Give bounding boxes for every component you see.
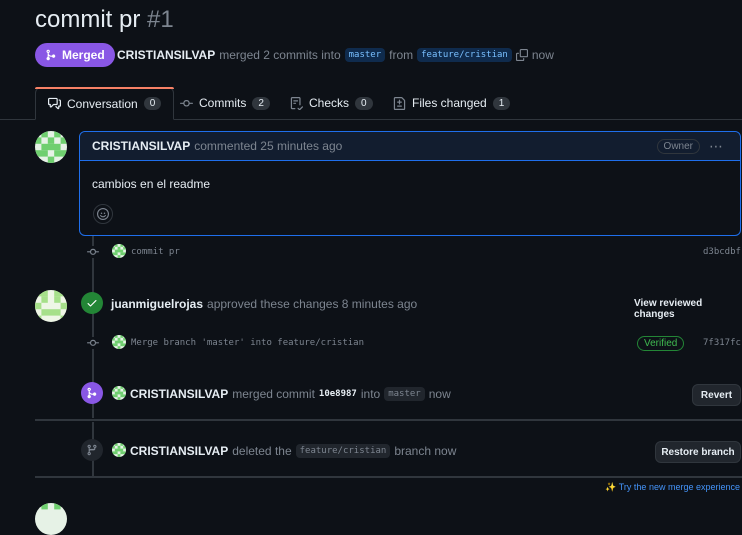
commit-sha-2[interactable]: 7f317fc — [703, 338, 741, 348]
comment-body: cambios en el readme — [92, 177, 211, 191]
merge-author[interactable]: CRISTIANSILVAP — [130, 387, 228, 401]
avatar-small-4[interactable] — [112, 443, 126, 457]
merge-icon — [46, 49, 56, 61]
commit-sha[interactable]: d3bcdbf — [703, 247, 741, 257]
tab-files-changed[interactable]: Files changed 1 — [393, 87, 511, 119]
revert-button[interactable]: Revert — [692, 384, 741, 406]
pr-tabs: Conversation 0 Commits 2 Checks 0 Files … — [0, 87, 742, 120]
merged-status-badge: Merged — [35, 43, 115, 67]
verified-badge[interactable]: Verified — [637, 336, 685, 351]
tab-conversation[interactable]: Conversation 0 — [35, 87, 175, 120]
checklist-icon — [290, 96, 303, 110]
kebab-menu-icon[interactable]: ⋯ — [709, 138, 724, 155]
try-new-merge-link[interactable]: ✨ Try the new merge experience — [605, 482, 740, 493]
comment-author[interactable]: CRISTIANSILVAP — [92, 139, 190, 153]
avatar-bottom[interactable] — [35, 503, 67, 535]
merge-commit-sha[interactable]: 10e8987 — [319, 389, 357, 399]
pr-title: commit pr #1 — [35, 6, 174, 34]
merged-badge-label: Merged — [62, 48, 105, 62]
tab-checks[interactable]: Checks 0 — [290, 87, 373, 119]
avatar-small[interactable] — [112, 244, 126, 258]
pr-number: #1 — [147, 6, 174, 33]
comment-discussion-icon — [48, 97, 61, 110]
merge-event-time[interactable]: now — [429, 387, 451, 401]
approved-check-icon — [81, 292, 103, 314]
merge-event-text: merged commit — [232, 387, 315, 401]
timeline-divider-2 — [35, 476, 742, 478]
commit-message[interactable]: commit pr — [131, 247, 180, 257]
reviewer-link[interactable]: juanmiguelrojas — [111, 297, 203, 311]
merge-into-text: into — [360, 387, 381, 401]
merge-time: now — [531, 48, 554, 62]
git-commit-icon — [87, 339, 99, 346]
from-text: from — [389, 48, 414, 62]
comment-box: CRISTIANSILVAP commented 25 minutes ago … — [79, 131, 741, 236]
comment-header: CRISTIANSILVAP commented 25 minutes ago … — [80, 132, 740, 161]
file-diff-icon — [393, 96, 406, 110]
avatar-juanmiguelrojas[interactable] — [35, 290, 67, 322]
delete-event-text-2: branch now — [394, 444, 457, 458]
tab-files-changed-count: 1 — [492, 96, 511, 110]
commit-node-2 — [86, 337, 100, 349]
commit-node — [86, 246, 100, 258]
tab-checks-label: Checks — [309, 96, 350, 110]
comment-action[interactable]: commented 25 minutes ago — [194, 139, 342, 153]
tab-conversation-count: 0 — [143, 97, 162, 110]
branch-deleted-icon — [81, 439, 103, 461]
owner-badge: Owner — [656, 139, 700, 154]
copy-icon[interactable] — [515, 49, 528, 61]
commit-message-2[interactable]: Merge branch 'master' into feature/crist… — [131, 338, 364, 348]
avatar-cristiansilvap[interactable] — [35, 131, 67, 163]
timeline-divider — [35, 419, 742, 421]
sparkle-icon: ✨ — [605, 482, 617, 492]
avatar-small-2[interactable] — [112, 335, 126, 349]
head-branch[interactable]: feature/cristian — [417, 48, 512, 62]
restore-branch-button[interactable]: Restore branch — [655, 441, 741, 463]
tab-files-changed-label: Files changed — [412, 96, 487, 110]
tab-commits-count: 2 — [252, 96, 270, 110]
pr-title-text: commit pr — [35, 6, 141, 33]
tab-commits-label: Commits — [199, 96, 247, 110]
commit-icon — [180, 99, 193, 107]
deleted-branch[interactable]: feature/cristian — [295, 444, 391, 458]
merger-link[interactable]: CRISTIANSILVAP — [117, 48, 215, 62]
merge-event: CRISTIANSILVAP merged commit 10e8987 int… — [130, 387, 451, 401]
git-commit-icon — [87, 248, 99, 255]
tab-checks-count: 0 — [355, 96, 373, 110]
view-reviewed-changes-button[interactable]: View reviewed changes — [634, 298, 742, 320]
review-action[interactable]: approved these changes 8 minutes ago — [207, 297, 417, 311]
delete-branch-event: CRISTIANSILVAP deleted the feature/crist… — [130, 444, 456, 458]
merge-target-branch[interactable]: master — [384, 387, 425, 401]
merge-text: merged 2 commits into — [219, 48, 341, 62]
base-branch[interactable]: master — [344, 48, 386, 62]
tab-commits[interactable]: Commits 2 — [180, 87, 270, 119]
avatar-small-3[interactable] — [112, 386, 126, 400]
review-event: juanmiguelrojas approved these changes 8… — [111, 297, 417, 311]
tab-conversation-label: Conversation — [67, 96, 138, 111]
pr-summary: CRISTIANSILVAP merged 2 commits into mas… — [117, 48, 554, 62]
delete-author[interactable]: CRISTIANSILVAP — [130, 444, 228, 458]
delete-event-text: deleted the — [232, 444, 292, 458]
try-new-merge-label: Try the new merge experience — [618, 482, 740, 492]
merged-event-icon — [81, 382, 103, 404]
smiley-icon[interactable] — [93, 204, 113, 224]
